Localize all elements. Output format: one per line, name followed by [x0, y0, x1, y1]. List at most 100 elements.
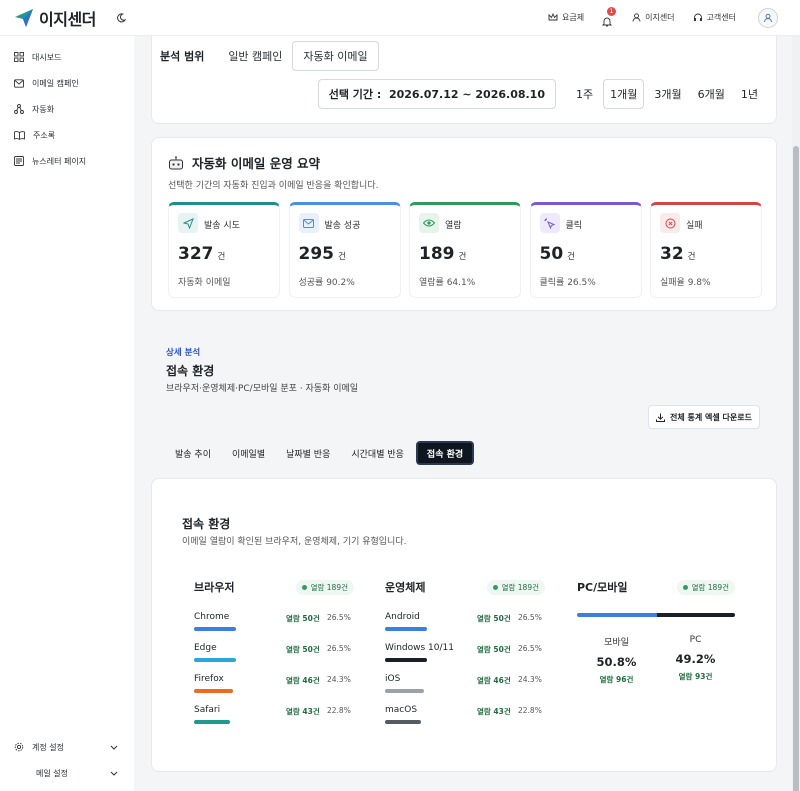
notification-badge: 1 — [607, 6, 617, 16]
row-name: Edge — [194, 643, 217, 653]
list-item: Safari 열람 43건 22.8% — [194, 705, 354, 736]
avatar[interactable] — [758, 7, 778, 28]
row-open-count: 열람 50건 — [477, 645, 511, 654]
device-open-badge: 열람 189건 — [676, 579, 735, 595]
summary-card: 자동화 이메일 운영 요약 선택한 기간의 자동화 진입과 이메일 반응을 확인… — [151, 137, 777, 311]
row-open-count: 열람 43건 — [477, 707, 511, 716]
sidebar-item-dashboard[interactable]: 대시보드 — [0, 44, 134, 70]
row-percent: 26.5% — [327, 613, 351, 622]
row-open-count: 열람 46건 — [477, 676, 511, 685]
scope-label: 분석 범위 — [160, 50, 205, 63]
row-percent: 26.5% — [518, 644, 542, 653]
row-open-count: 열람 50건 — [477, 614, 511, 623]
period-1-week[interactable]: 1주 — [570, 79, 599, 109]
list-item: Firefox 열람 46건 24.3% — [194, 674, 354, 705]
stat-click: 클릭 50 건 클릭률 26.5% — [529, 202, 642, 298]
os-title: 운영체제 — [385, 581, 426, 594]
detail-subtitle: 브라우저·운영체제·PC/모바일 분포 · 자동화 이메일 — [166, 384, 359, 394]
dashboard-icon — [14, 52, 24, 62]
brand-name: 이지센더 — [39, 9, 96, 29]
device-share-bar — [577, 613, 735, 617]
gear-icon — [14, 742, 24, 752]
row-name: Windows 10/11 — [385, 643, 454, 653]
tab-general-campaign[interactable]: 일반 캠페인 — [218, 41, 292, 71]
top-bar: 이지센더 요금제 1 이지센더 고객센터 — [0, 0, 800, 36]
mobile-share-segment — [577, 613, 658, 617]
access-environment-card: 접속 환경 이메일 열람이 확인된 브라우저, 운영체제, 기기 유형입니다. … — [151, 478, 777, 772]
row-name: Safari — [194, 705, 221, 715]
row-name: iOS — [385, 674, 401, 684]
fail-icon — [660, 213, 680, 233]
row-percent: 24.3% — [327, 675, 351, 684]
scrollbar-thumb[interactable] — [793, 146, 799, 791]
pricing-link[interactable]: 요금제 — [548, 12, 584, 23]
tab-hourly-response[interactable]: 시간대별 반응 — [342, 441, 413, 465]
row-percent: 22.8% — [518, 706, 542, 715]
automation-icon — [14, 104, 24, 114]
tab-daily-response[interactable]: 날짜별 반응 — [277, 441, 339, 465]
theme-toggle-icon[interactable] — [114, 11, 128, 25]
sidebar-item-automation[interactable]: 자동화 — [0, 96, 134, 122]
list-item: Windows 10/11 열람 50건 26.5% — [385, 643, 545, 674]
brand[interactable]: 이지센더 — [14, 6, 96, 30]
row-bar — [385, 689, 424, 693]
period-1-year[interactable]: 1년 — [735, 79, 764, 109]
detail-title: 접속 환경 — [166, 364, 215, 378]
row-bar — [194, 720, 230, 724]
headset-icon — [693, 13, 702, 21]
tab-send-trend[interactable]: 발송 추이 — [166, 441, 220, 465]
browser-title: 브라우저 — [194, 581, 235, 594]
summary-subtitle: 선택한 기간의 자동화 진입과 이메일 반응을 확인합니다. — [168, 181, 379, 191]
main-content: 분석 범위 일반 캠페인 자동화 이메일 선택 기간 : 2026.07.12 … — [134, 28, 800, 791]
row-bar — [194, 689, 233, 693]
support-link[interactable]: 고객센터 — [693, 12, 736, 23]
row-bar — [194, 658, 236, 662]
period-1-month[interactable]: 1개월 — [603, 79, 645, 109]
stat-send-success: 발송 성공 295 건 성공률 90.2% — [288, 202, 401, 298]
tab-access-environment[interactable]: 접속 환경 — [415, 441, 475, 465]
summary-title: 자동화 이메일 운영 요약 — [192, 156, 321, 171]
os-column: 운영체제 열람 189건 Android 열람 50건 26.5% Windows 1… — [385, 579, 545, 736]
period-6-months[interactable]: 6개월 — [692, 79, 731, 109]
tab-automation-email[interactable]: 자동화 이메일 — [292, 41, 379, 71]
env-subtitle: 이메일 열람이 확인된 브라우저, 운영체제, 기기 유형입니다. — [182, 537, 407, 547]
row-bar — [194, 627, 236, 631]
sidebar-item-address-book[interactable]: 주소록 — [0, 122, 134, 148]
row-bar — [385, 658, 427, 662]
row-percent: 22.8% — [327, 706, 351, 715]
pc-stat: PC 49.2% 열람 93건 — [675, 635, 716, 681]
send-icon — [178, 213, 198, 233]
sidebar-item-email-campaign[interactable]: 이메일 캠페인 — [0, 70, 134, 96]
row-bar — [385, 720, 421, 724]
tab-by-email[interactable]: 이메일별 — [223, 441, 274, 465]
device-title: PC/모바일 — [577, 581, 628, 594]
click-icon — [539, 213, 560, 233]
period-3-months[interactable]: 3개월 — [648, 79, 687, 109]
paper-plane-logo-icon — [15, 8, 33, 27]
notification-bell-icon[interactable]: 1 — [602, 6, 617, 26]
chevron-down-icon — [110, 771, 118, 776]
row-open-count: 열람 50건 — [286, 614, 320, 623]
detail-kicker: 상세 분석 — [166, 348, 201, 358]
chevron-down-icon — [110, 745, 118, 750]
sidebar-item-mail-settings[interactable]: 메일 설정 — [0, 760, 134, 786]
list-item: Chrome 열람 50건 26.5% — [194, 612, 354, 643]
row-name: Android — [385, 612, 420, 622]
device-column: PC/모바일 열람 189건 모바일 50.8% 열람 96건 PC 49.2%… — [577, 579, 735, 685]
mobile-stat: 모바일 50.8% 열람 96건 — [596, 638, 637, 684]
row-open-count: 열람 46건 — [286, 676, 320, 685]
stat-send-attempt: 발송 시도 327 건 자동화 이메일 — [168, 202, 280, 298]
scrollbar[interactable] — [792, 36, 800, 791]
excel-download-button[interactable]: 전체 통계 엑셀 다운로드 — [648, 405, 760, 429]
user-avatar-icon — [764, 13, 772, 22]
analysis-scope-card: 분석 범위 일반 캠페인 자동화 이메일 선택 기간 : 2026.07.12 … — [151, 28, 777, 124]
mail-icon — [14, 78, 24, 88]
robot-icon — [169, 155, 183, 169]
sidebar-item-account-settings[interactable]: 계정 설정 — [0, 734, 134, 760]
download-icon — [656, 413, 666, 422]
sidebar-item-newsletter[interactable]: 뉴스레터 페이지 — [0, 148, 134, 174]
browser-open-badge: 열람 189건 — [295, 579, 354, 595]
row-open-count: 열람 43건 — [286, 707, 320, 716]
period-selector[interactable]: 선택 기간 : 2026.07.12 ~ 2026.08.10 — [317, 79, 556, 109]
account-link[interactable]: 이지센더 — [632, 12, 675, 23]
